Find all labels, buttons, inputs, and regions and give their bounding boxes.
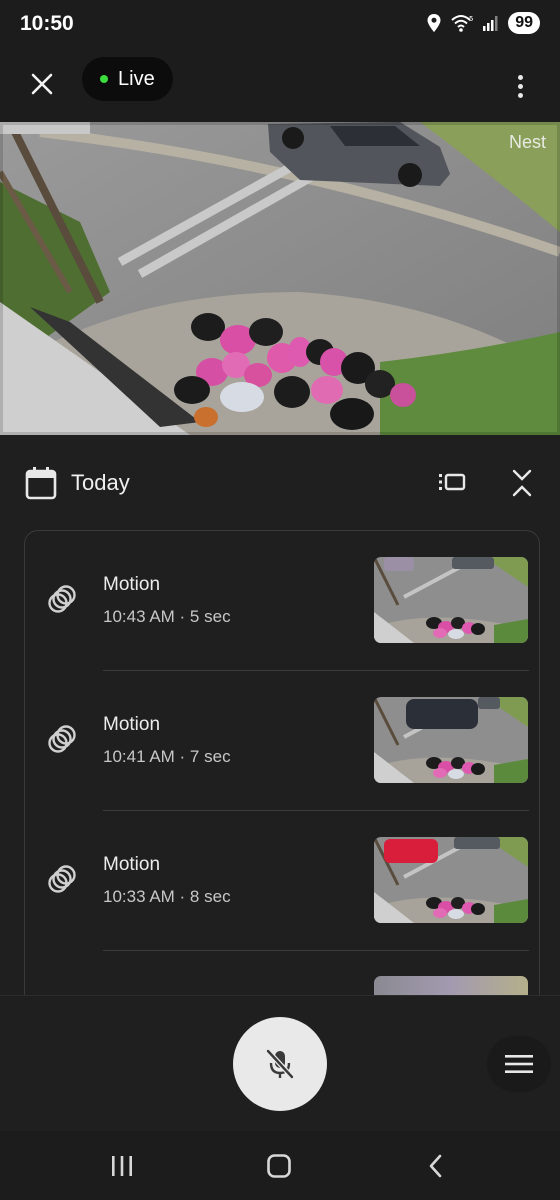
recents-button[interactable] <box>104 1149 140 1183</box>
more-dot <box>517 92 523 98</box>
battery-indicator: 99 <box>508 12 540 34</box>
recents-icon <box>112 1156 132 1176</box>
live-dot <box>100 75 108 83</box>
event-title: Motion <box>103 714 161 735</box>
motion-icon <box>48 725 76 753</box>
date-label[interactable]: Today <box>71 470 130 496</box>
status-icons: 5 99 <box>426 12 540 34</box>
event-time: 10:43 AM · 5 sec <box>103 607 231 626</box>
collapse-icon[interactable] <box>508 467 536 499</box>
location-icon <box>427 14 441 32</box>
wifi-icon: 5 <box>451 15 474 32</box>
menu-button[interactable] <box>487 1036 551 1092</box>
event-title: Motion <box>103 854 161 875</box>
more-dot <box>517 74 523 80</box>
motion-icon <box>48 585 76 613</box>
close-button[interactable] <box>22 64 62 104</box>
mic-off-icon <box>266 1049 294 1079</box>
view-toggle-icon[interactable] <box>436 467 468 497</box>
top-app-bar: Live <box>0 50 560 122</box>
close-icon <box>31 73 53 95</box>
camera-feed-image <box>0 122 560 435</box>
event-time: 10:33 AM · 8 sec <box>103 887 231 906</box>
event-thumbnail[interactable] <box>374 837 528 923</box>
signal-icon <box>483 16 498 31</box>
menu-icon <box>505 1055 533 1073</box>
event-row[interactable]: Motion 10:33 AM · 8 sec <box>25 811 539 951</box>
back-icon <box>429 1154 442 1178</box>
event-row[interactable]: Motion 10:41 AM · 7 sec <box>25 671 539 811</box>
event-thumbnail[interactable] <box>374 557 528 643</box>
system-nav-bar <box>0 1131 560 1200</box>
calendar-icon[interactable] <box>25 466 57 500</box>
live-indicator[interactable]: Live <box>82 57 173 101</box>
svg-text:5: 5 <box>469 15 473 23</box>
camera-live-view[interactable]: Nest <box>0 122 560 435</box>
event-time: 10:41 AM · 7 sec <box>103 747 231 766</box>
event-title: Motion <box>103 574 161 595</box>
home-icon <box>267 1154 291 1178</box>
live-label: Live <box>118 67 155 90</box>
event-row[interactable]: Motion 10:43 AM · 5 sec <box>25 531 539 671</box>
more-dot <box>517 83 523 89</box>
nest-watermark: Nest <box>508 132 546 152</box>
events-list: Motion 10:43 AM · 5 sec Motion 10:41 AM … <box>24 530 540 1050</box>
back-button[interactable] <box>418 1149 454 1183</box>
status-bar: 10:50 5 99 <box>0 0 560 50</box>
more-options-button[interactable] <box>510 66 530 106</box>
home-button[interactable] <box>261 1149 297 1183</box>
timeline-header: Today <box>0 435 560 530</box>
camera-controls <box>0 995 560 1131</box>
mic-toggle-button[interactable] <box>233 1017 327 1111</box>
motion-icon <box>48 865 76 893</box>
event-thumbnail[interactable] <box>374 697 528 783</box>
status-time: 10:50 <box>20 12 74 35</box>
